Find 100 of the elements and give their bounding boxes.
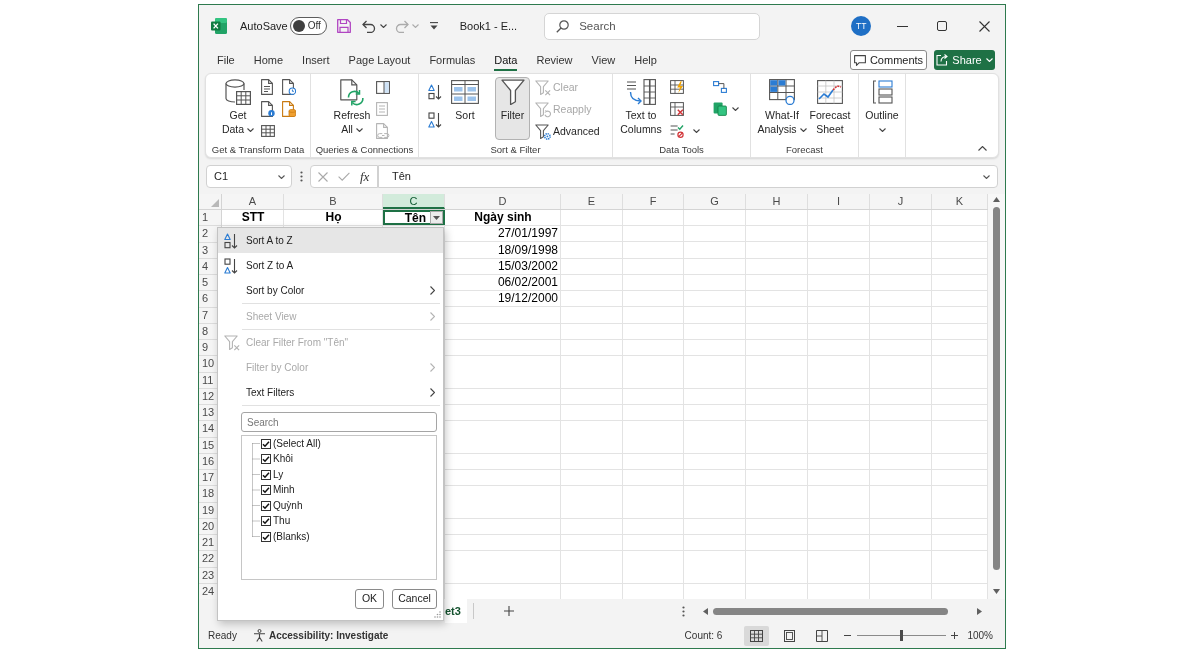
ribbon-tab[interactable]: Formulas <box>429 49 476 71</box>
checkbox[interactable] <box>261 438 271 449</box>
ribbon-button[interactable]: Outline <box>864 77 900 140</box>
row-header[interactable]: 4 <box>202 260 209 272</box>
autosave-toggle[interactable]: Off <box>289 17 327 35</box>
side-panel-icon[interactable] <box>376 80 390 94</box>
left-arrow-icon[interactable] <box>702 607 708 615</box>
row-header[interactable]: 21 <box>202 537 215 549</box>
list-check-icon[interactable] <box>670 124 684 138</box>
check-icon[interactable] <box>338 172 350 181</box>
checkbox[interactable] <box>261 516 271 527</box>
checkbox[interactable] <box>261 469 271 480</box>
sort-descending-icon[interactable] <box>428 112 442 128</box>
checkbox[interactable] <box>261 500 271 511</box>
grid-cross-icon[interactable] <box>670 102 684 116</box>
row-header[interactable]: 6 <box>202 293 209 305</box>
column-header[interactable]: C <box>383 194 445 209</box>
row-header[interactable]: 16 <box>202 455 215 467</box>
table-icon[interactable] <box>261 125 275 137</box>
maximize-icon[interactable] <box>937 21 948 31</box>
stacked-squares-icon[interactable] <box>713 102 727 116</box>
row-header[interactable]: 12 <box>202 390 215 402</box>
document-badge-icon[interactable] <box>261 101 275 117</box>
user-avatar[interactable]: TT <box>851 16 872 36</box>
ribbon-tab[interactable]: Home <box>253 49 284 71</box>
save-icon[interactable] <box>336 19 351 33</box>
caret-icon[interactable] <box>693 129 700 133</box>
zoom-level[interactable]: 100% <box>967 628 993 643</box>
document-clock-icon[interactable] <box>282 79 296 95</box>
checkbox[interactable] <box>261 531 271 542</box>
row-header[interactable]: 24 <box>202 585 215 597</box>
ribbon-button[interactable]: Get Data <box>219 77 257 140</box>
scrollbar-thumb[interactable] <box>712 607 948 615</box>
undo-icon[interactable] <box>361 19 376 33</box>
close-icon[interactable] <box>979 20 991 32</box>
normal-view-button[interactable] <box>744 625 770 646</box>
lightning-grid-icon[interactable] <box>670 80 684 94</box>
vertical-dots-icon[interactable] <box>681 605 685 617</box>
ribbon-button[interactable]: Sort <box>449 77 481 140</box>
row-header[interactable]: 19 <box>202 504 215 516</box>
dialog-button[interactable]: Cancel <box>392 589 437 609</box>
ribbon-tab[interactable]: Review <box>536 49 573 71</box>
ribbon-tab[interactable]: File <box>217 49 235 71</box>
ribbon-tab[interactable]: Insert <box>302 49 330 71</box>
plus-icon[interactable] <box>503 606 514 616</box>
ribbon-button[interactable]: Forecast Sheet <box>808 77 852 140</box>
row-header[interactable]: 18 <box>202 488 215 500</box>
plus-icon[interactable] <box>951 632 959 639</box>
column-header[interactable]: D <box>445 194 561 209</box>
menu-item[interactable]: Sort A to Z <box>218 228 443 253</box>
ribbon-tab[interactable]: View <box>591 49 616 71</box>
zoom-slider[interactable] <box>857 629 947 642</box>
row-header[interactable]: 14 <box>202 423 215 435</box>
row-header[interactable]: 15 <box>202 439 215 451</box>
column-header[interactable]: I <box>808 194 870 209</box>
column-header[interactable]: E <box>561 194 623 209</box>
ribbon-tab[interactable]: Page Layout <box>348 49 411 71</box>
vertical-dots-icon[interactable] <box>300 171 303 182</box>
linked-boxes-icon[interactable] <box>713 81 727 93</box>
filter-dropdown-button[interactable] <box>430 211 443 225</box>
row-header[interactable]: 3 <box>202 244 209 256</box>
accessibility-status-button[interactable]: Accessibility: Investigate <box>252 628 389 643</box>
caret-icon[interactable] <box>732 107 739 111</box>
share-button[interactable]: Share <box>934 50 995 70</box>
search-field[interactable]: Search <box>241 412 437 432</box>
row-header[interactable]: 20 <box>202 520 215 532</box>
column-header[interactable]: H <box>746 194 808 209</box>
scrollbar-thumb[interactable] <box>993 207 1000 570</box>
column-header[interactable]: J <box>870 194 932 209</box>
sort-ascending-icon[interactable] <box>224 232 238 249</box>
ribbon-button[interactable]: What-If Analysis <box>756 77 808 140</box>
menu-item[interactable]: Text Filters <box>218 380 443 405</box>
ribbon-tab[interactable]: Data <box>494 49 518 71</box>
sort-ascending-icon[interactable] <box>428 84 442 100</box>
checkbox[interactable] <box>261 454 271 465</box>
ribbon-command[interactable]: Advanced <box>535 121 600 143</box>
insert-function-button[interactable]: fx <box>360 170 370 183</box>
formula-field[interactable]: Tên <box>378 165 998 188</box>
row-header[interactable]: 8 <box>202 325 209 337</box>
document-database-icon[interactable] <box>282 101 296 117</box>
row-header[interactable]: 2 <box>202 228 209 240</box>
up-arrow-icon[interactable] <box>993 197 1000 202</box>
caret-icon[interactable] <box>379 24 387 28</box>
column-header[interactable]: G <box>684 194 746 209</box>
chevron-up-icon[interactable] <box>978 146 987 151</box>
dialog-button[interactable]: OK <box>355 589 384 609</box>
column-header[interactable]: A <box>222 194 284 209</box>
row-header[interactable]: 9 <box>202 342 209 354</box>
right-arrow-icon[interactable] <box>976 607 982 615</box>
ribbon-button[interactable]: Filter <box>495 77 530 140</box>
slider-thumb[interactable] <box>900 630 904 641</box>
row-header[interactable]: 7 <box>202 309 209 321</box>
down-arrow-icon[interactable] <box>993 589 1000 594</box>
ribbon-button[interactable]: Text to Columns <box>619 77 663 140</box>
resize-grip-icon[interactable] <box>434 611 441 618</box>
sort-descending-icon[interactable] <box>224 257 238 274</box>
column-header[interactable]: F <box>623 194 684 209</box>
row-header[interactable]: 13 <box>202 407 215 419</box>
row-header[interactable]: 5 <box>202 277 209 289</box>
row-header[interactable]: 10 <box>202 358 215 370</box>
